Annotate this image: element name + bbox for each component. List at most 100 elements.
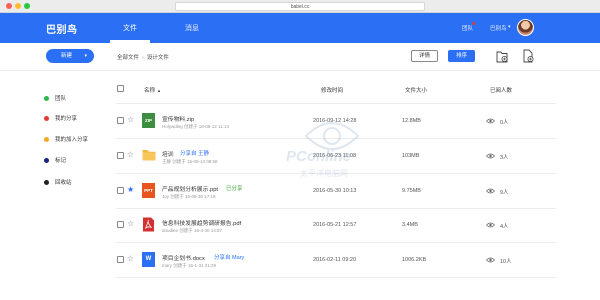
file-size: 9.75MB: [402, 188, 421, 194]
file-size: 3.4MB: [402, 222, 418, 228]
folder-icon: [142, 150, 156, 161]
breadcrumb-item-current: 设计文件: [146, 55, 169, 61]
zip-file-icon: ZIP: [142, 113, 155, 128]
details-button[interactable]: 详情: [411, 50, 438, 62]
column-header-size[interactable]: 文件大小: [405, 86, 427, 94]
new-button-label: 新建: [61, 53, 73, 59]
share-source: 分享自 王静: [180, 151, 210, 157]
eye-icon: [486, 222, 495, 228]
row-checkbox[interactable]: [117, 256, 124, 263]
upload-file-icon[interactable]: [522, 49, 534, 63]
app-logo[interactable]: 巴别鸟: [46, 21, 78, 36]
eye-icon: [486, 188, 495, 194]
orange-dot-icon: [44, 136, 49, 142]
file-size: 1006.2KB: [402, 257, 427, 263]
row-divider: [116, 242, 556, 243]
file-name[interactable]: 产品规划分析展示.ppt: [162, 184, 218, 193]
viewer-count: 9人: [500, 190, 509, 196]
star-filled-icon[interactable]: ★: [127, 186, 134, 194]
modified-time: 2016-02-11 09:20: [313, 257, 357, 263]
row-divider: [116, 138, 556, 139]
row-divider: [116, 208, 556, 209]
row-checkbox[interactable]: [117, 152, 124, 159]
eye-icon: [486, 153, 495, 159]
sidebar-item-label: 标记: [55, 158, 67, 164]
avatar[interactable]: [517, 19, 534, 36]
file-meta: Joy 创建于 16-05-30 17:18: [162, 194, 216, 199]
sort-arrow-icon: ▲: [157, 88, 161, 93]
share-source: 分享自 Mary: [214, 255, 245, 261]
row-checkbox[interactable]: [117, 117, 124, 124]
viewer-count: 10人: [500, 259, 512, 265]
file-name[interactable]: 项目企划书.docx: [162, 253, 205, 262]
chevron-down-icon: ▾: [84, 53, 87, 59]
team-link[interactable]: 团队: [462, 24, 473, 32]
modified-time: 2016-09-12 14:28: [313, 118, 357, 124]
notification-dot: [472, 22, 475, 25]
file-name[interactable]: 宣传物料.zip: [162, 114, 194, 123]
pdf-file-icon: [143, 217, 154, 232]
active-tab-indicator: [110, 40, 150, 43]
modified-time: 2016-06-23 11:08: [313, 153, 357, 159]
close-window-button[interactable]: [6, 3, 12, 9]
file-meta: doudlee 创建于 16-4-30 14:57: [162, 228, 223, 233]
sidebar-item-marked[interactable]: 标记: [44, 156, 66, 164]
file-size: 103MB: [402, 153, 420, 159]
sidebar-item-label: 团队: [55, 96, 67, 102]
breadcrumb: 全部文件 › 设计文件: [117, 53, 169, 61]
column-header-name[interactable]: 名称 ▲: [144, 86, 161, 94]
eye-icon: [486, 118, 495, 124]
breadcrumb-item-all-files[interactable]: 全部文件: [117, 55, 139, 61]
star-icon[interactable]: ☆: [127, 116, 134, 124]
user-menu[interactable]: 巴别鸟: [490, 24, 507, 32]
sidebar-item-team[interactable]: 团队: [44, 94, 66, 102]
row-checkbox[interactable]: [117, 187, 124, 194]
column-header-label: 名称: [144, 88, 156, 94]
sidebar-item-label: 我的加入分享: [55, 137, 89, 143]
file-name[interactable]: 信息科技发展趋势调研报告.pdf: [162, 218, 241, 227]
address-bar[interactable]: babel.cc: [175, 2, 425, 11]
browser-chrome: babel.cc: [0, 0, 600, 13]
modified-time: 2016-05-21 12:57: [313, 222, 357, 228]
minimize-window-button[interactable]: [15, 3, 21, 9]
file-meta: 王静 创建于 16-06-13 08:58: [162, 159, 218, 164]
toolbar-divider: [0, 70, 600, 71]
sidebar-item-label: 回收站: [55, 180, 72, 186]
ppt-file-icon: PPT: [142, 183, 155, 198]
maximize-window-button[interactable]: [24, 3, 30, 9]
nav-tab-messages[interactable]: 消息: [185, 23, 199, 33]
viewer-count: 3人: [500, 155, 509, 161]
black-dot-icon: [44, 179, 49, 185]
select-all-checkbox[interactable]: [117, 85, 124, 92]
sidebar-item-label: 我的分享: [55, 116, 78, 122]
modified-time: 2016-05-30 10:13: [313, 188, 357, 194]
nav-tab-files[interactable]: 文件: [123, 23, 137, 33]
sidebar-item-joined-shares[interactable]: 我的加入分享: [44, 135, 88, 143]
file-size: 12.8MB: [402, 118, 421, 124]
sidebar-item-my-shares[interactable]: 我的分享: [44, 114, 77, 122]
chevron-down-icon[interactable]: ▾: [508, 24, 511, 30]
new-button[interactable]: 新建 ▾: [46, 49, 94, 63]
word-file-icon: W: [142, 252, 155, 267]
column-header-viewers[interactable]: 已阅人数: [490, 86, 512, 94]
row-checkbox[interactable]: [117, 221, 124, 228]
file-meta: mary 创建于 16-1-31 21:29: [162, 263, 217, 268]
navy-dot-icon: [44, 157, 49, 163]
star-icon[interactable]: ☆: [127, 151, 134, 159]
red-dot-icon: [44, 115, 49, 121]
sidebar-item-trash[interactable]: 回收站: [44, 178, 72, 186]
green-dot-icon: [44, 95, 49, 101]
eye-icon: [486, 257, 495, 263]
upload-folder-icon[interactable]: [496, 49, 508, 63]
row-divider: [116, 277, 556, 278]
row-divider: [116, 173, 556, 174]
star-icon[interactable]: ☆: [127, 255, 134, 263]
file-meta: Holywding 创建于 18-09-12 11:14: [162, 124, 229, 129]
file-name[interactable]: 培训: [162, 149, 174, 158]
viewer-count: 4人: [500, 224, 509, 230]
sort-button[interactable]: 排序: [448, 50, 475, 62]
app-header: 巴别鸟 文件 消息 团队 巴别鸟 ▾: [0, 13, 600, 43]
column-header-modified[interactable]: 修改时间: [321, 86, 343, 94]
shared-badge: 已分享: [226, 186, 243, 192]
star-icon[interactable]: ☆: [127, 220, 134, 228]
